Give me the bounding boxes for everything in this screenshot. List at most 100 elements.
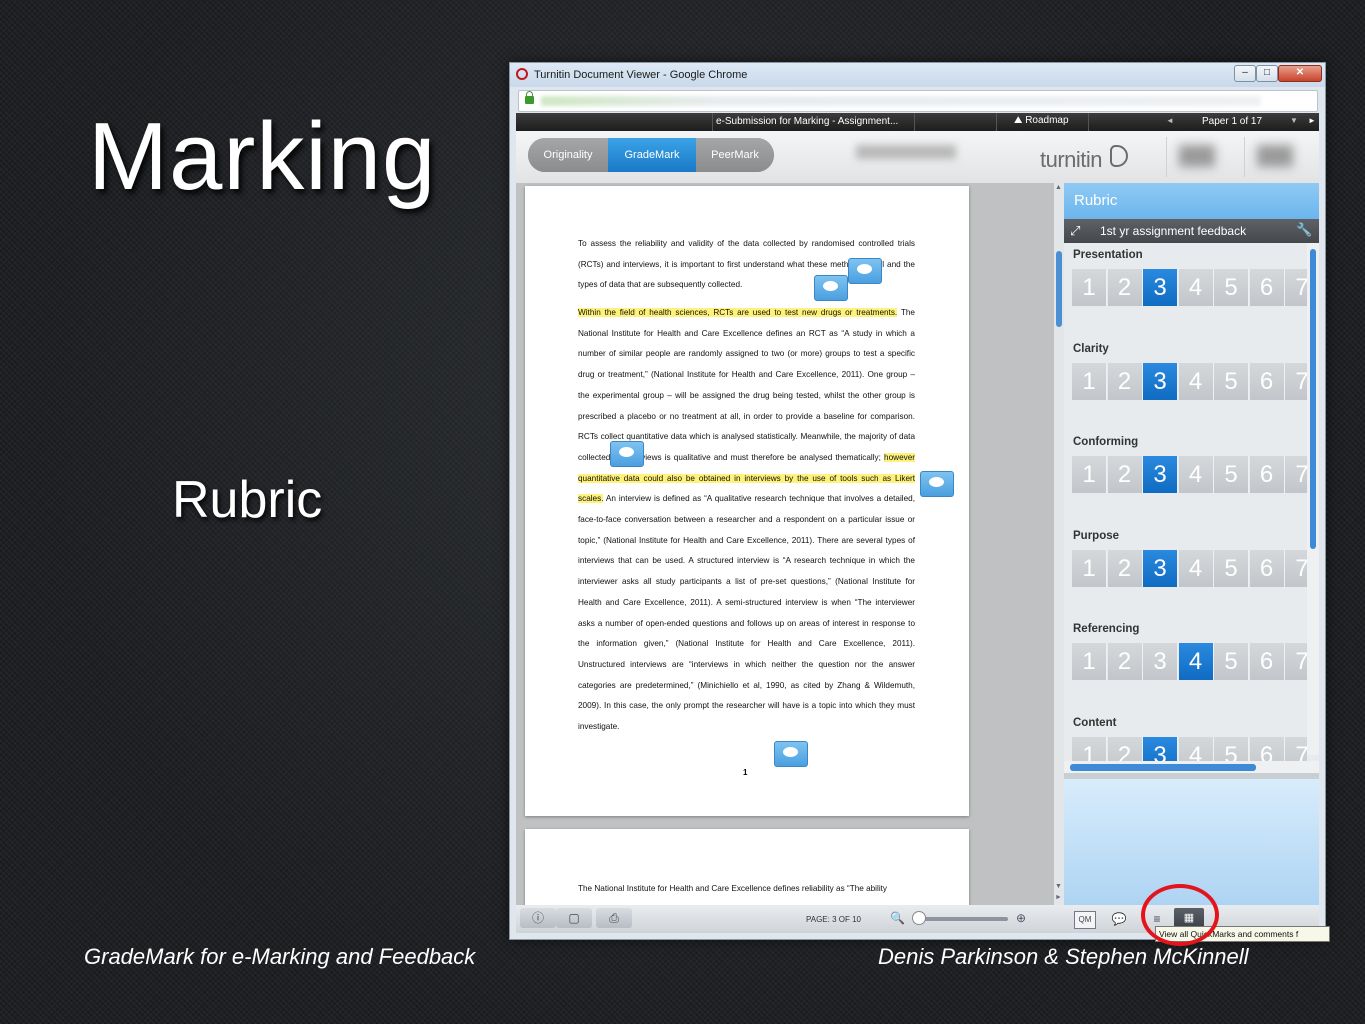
score-cell[interactable]: 4: [1178, 456, 1214, 493]
score-cell[interactable]: 6: [1249, 549, 1285, 587]
score-cell[interactable]: 6: [1249, 456, 1285, 493]
info-button[interactable]: ⓘ: [520, 908, 556, 928]
next-paper-icon[interactable]: ►: [1308, 116, 1316, 125]
maximize-button[interactable]: □: [1256, 65, 1278, 82]
score-cell[interactable]: 5: [1214, 269, 1249, 306]
rubric-selector[interactable]: ⤢ 1st yr assignment feedback 🔧: [1064, 219, 1319, 243]
score-cell-selected[interactable]: 3: [1143, 269, 1178, 306]
comment-bubble-icon[interactable]: [774, 741, 808, 767]
comment-bubble-icon[interactable]: [920, 471, 954, 497]
paragraph: Within the field of health sciences, RCT…: [578, 303, 915, 738]
score-cell[interactable]: 1: [1072, 643, 1107, 680]
page-indicator: PAGE: 3 OF 10: [806, 915, 861, 924]
prev-paper-icon[interactable]: ◄: [1166, 116, 1174, 125]
score-cell[interactable]: 7: [1285, 549, 1307, 587]
blurred-url: [541, 96, 1261, 106]
score-cell[interactable]: 5: [1214, 549, 1249, 587]
blurred-score: [1257, 145, 1293, 167]
score-cell[interactable]: 6: [1249, 362, 1285, 400]
wrench-icon[interactable]: 🔧: [1296, 222, 1312, 238]
zoom-slider[interactable]: [916, 917, 1008, 921]
score-cell[interactable]: 4: [1178, 362, 1214, 400]
score-cell[interactable]: 7: [1285, 362, 1307, 400]
minimize-button[interactable]: –: [1234, 65, 1256, 82]
peermark-tab[interactable]: PeerMark: [696, 138, 774, 172]
turnitin-logo-icon: [1110, 145, 1128, 167]
assignment-dropdown[interactable]: e-Submission for Marking - Assignment...: [716, 116, 898, 127]
page-number: 1: [743, 768, 748, 777]
rubric-criterion: Purpose 1 2 3 4 5 6 7: [1064, 524, 1307, 618]
rubric-criterion: Clarity 1 2 3 4 5 6 7: [1064, 337, 1307, 431]
scrollbar-thumb[interactable]: [1070, 764, 1256, 771]
zoom-slider-handle[interactable]: [912, 911, 926, 925]
score-cell-selected[interactable]: 3: [1143, 549, 1178, 587]
document-scrollbar[interactable]: ▲ ▼ ►: [1054, 183, 1064, 905]
viewer-navbar: e-Submission for Marking - Assignment...…: [516, 113, 1319, 131]
mode-toolbar: Originality GradeMark PeerMark turnitin: [516, 131, 1319, 183]
criterion-label: Purpose: [1073, 529, 1120, 542]
originality-tab[interactable]: Originality: [528, 138, 608, 172]
rubric-criterion: Content 1 2 3 4 5 6 7: [1064, 711, 1307, 765]
score-cell[interactable]: 2: [1107, 362, 1143, 400]
close-button[interactable]: ✕: [1278, 65, 1322, 82]
footer-left: GradeMark for e-Marking and Feedback: [84, 944, 476, 969]
similarity-score-box[interactable]: [1166, 137, 1227, 177]
score-cell[interactable]: 7: [1285, 643, 1307, 680]
scroll-down-icon[interactable]: ▼: [1055, 883, 1062, 890]
turnitin-logo: turnitin: [1040, 147, 1103, 172]
score-cell[interactable]: 1: [1072, 269, 1107, 306]
blurred-assignment-title: [856, 145, 956, 159]
zoom-in-icon[interactable]: ⊕: [1016, 911, 1026, 925]
score-cell[interactable]: 7: [1285, 456, 1307, 493]
score-cells: 1 2 3 4 5 6 7: [1072, 643, 1307, 681]
mode-switcher: Originality GradeMark PeerMark: [528, 138, 774, 172]
window-titlebar: Turnitin Document Viewer - Google Chrome…: [510, 63, 1325, 87]
slide-subtitle: Rubric: [172, 471, 323, 529]
score-cell[interactable]: 2: [1107, 269, 1143, 306]
score-cell-selected[interactable]: 4: [1178, 643, 1214, 680]
quickmarks-button[interactable]: QM: [1074, 911, 1096, 929]
score-cell[interactable]: 4: [1178, 549, 1214, 587]
rubric-vertical-scrollbar[interactable]: [1307, 243, 1319, 755]
comment-icon[interactable]: 💬: [1110, 911, 1128, 927]
scrollbar-thumb[interactable]: [1056, 251, 1062, 327]
criterion-label: Presentation: [1073, 249, 1143, 261]
roadmap-button[interactable]: ⛰ Roadmap: [1014, 115, 1069, 126]
criterion-label: Content: [1073, 716, 1117, 729]
scroll-right-icon[interactable]: ►: [1055, 894, 1062, 901]
grade-score-box[interactable]: [1244, 137, 1305, 177]
scroll-up-icon[interactable]: ▲: [1055, 184, 1062, 191]
comment-bubble-icon[interactable]: [848, 258, 882, 284]
score-cell[interactable]: 1: [1072, 362, 1107, 400]
score-cell[interactable]: 5: [1214, 643, 1249, 680]
score-cell-selected[interactable]: 3: [1143, 362, 1178, 400]
expand-icon[interactable]: ⤢: [1070, 223, 1080, 239]
score-cell[interactable]: 1: [1072, 549, 1107, 587]
address-bar[interactable]: [518, 90, 1318, 112]
rubric-header: Rubric: [1064, 183, 1319, 219]
score-cell[interactable]: 2: [1107, 456, 1143, 493]
score-cell[interactable]: 5: [1214, 456, 1249, 493]
paper-dropdown-icon[interactable]: ▼: [1290, 116, 1298, 125]
score-cell[interactable]: 6: [1249, 269, 1285, 306]
comment-bubble-icon[interactable]: [610, 441, 644, 467]
score-cell[interactable]: 3: [1143, 643, 1178, 680]
score-cell[interactable]: 2: [1107, 549, 1143, 587]
zoom-out-icon[interactable]: 🔍: [890, 911, 905, 925]
score-cell-selected[interactable]: 3: [1143, 456, 1178, 493]
rubric-horizontal-scrollbar[interactable]: [1064, 761, 1319, 773]
grademark-tab[interactable]: GradeMark: [608, 138, 696, 172]
comment-bubble-icon[interactable]: [814, 275, 848, 301]
score-cell[interactable]: 6: [1249, 643, 1285, 680]
highlighted-text[interactable]: Within the field of health sciences, RCT…: [578, 308, 898, 317]
score-cell[interactable]: 1: [1072, 456, 1107, 493]
score-cell[interactable]: 5: [1214, 362, 1249, 400]
scrollbar-thumb[interactable]: [1310, 249, 1316, 549]
page-view-button[interactable]: ▢: [556, 908, 592, 928]
score-cell[interactable]: 2: [1107, 643, 1143, 680]
score-cell[interactable]: 7: [1285, 269, 1307, 306]
page-indicator-value: 3 OF 10: [832, 915, 861, 924]
paper-counter[interactable]: Paper 1 of 17: [1202, 116, 1262, 127]
print-button[interactable]: ⎙: [596, 908, 632, 928]
score-cell[interactable]: 4: [1178, 269, 1214, 306]
